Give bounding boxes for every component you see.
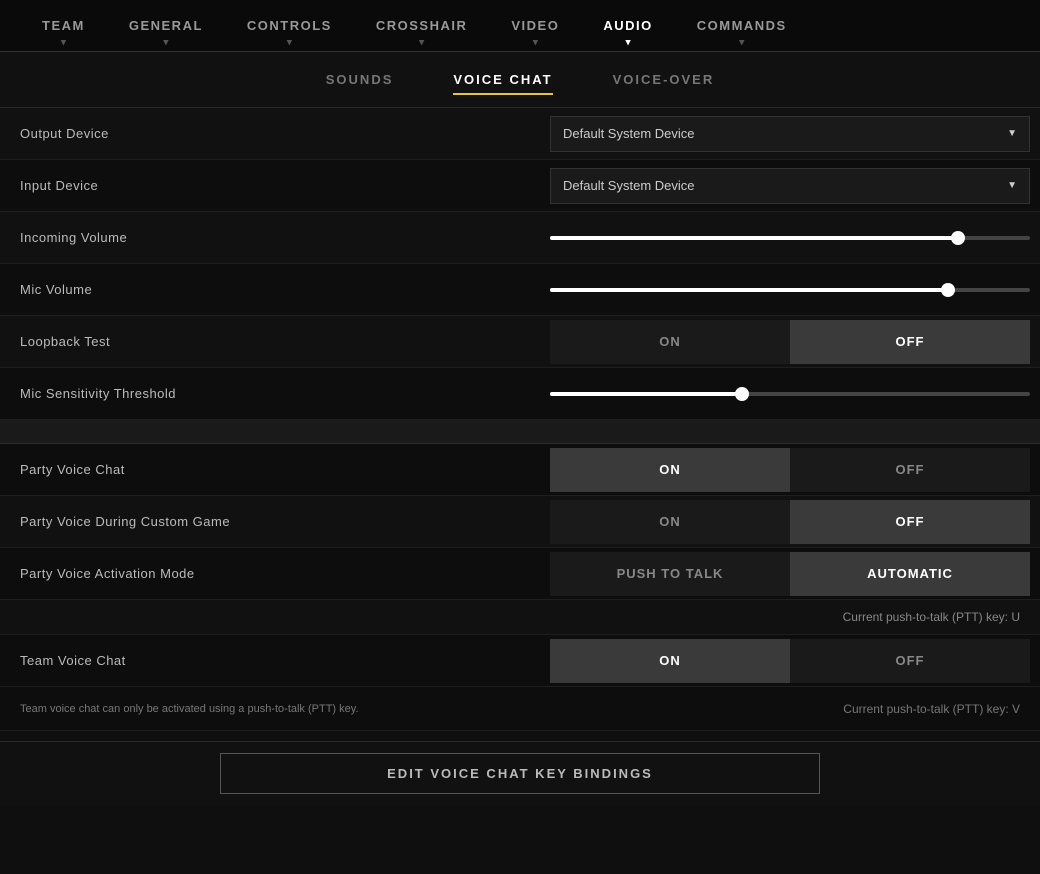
team-voice-chat-control: On Off (550, 639, 1030, 683)
party-voice-custom-game-toggle: On Off (550, 500, 1030, 544)
nav-video[interactable]: VIDEO (489, 0, 581, 52)
loopback-test-row: Loopback Test On Off (0, 316, 1040, 368)
incoming-volume-fill (550, 236, 958, 240)
team-voice-note-right: Current push-to-talk (PTT) key: V (550, 702, 1020, 716)
nav-general[interactable]: GENERAL (107, 0, 225, 52)
output-device-control: Default System Device ▼ (550, 116, 1030, 152)
mic-volume-thumb[interactable] (941, 283, 955, 297)
nav-commands[interactable]: COMMANDS (675, 0, 809, 52)
output-device-dropdown[interactable]: Default System Device ▼ (550, 116, 1030, 152)
incoming-volume-slider[interactable] (550, 228, 1030, 248)
party-voice-chat-control: On Off (550, 448, 1030, 492)
party-voice-chat-on-btn[interactable]: On (550, 448, 790, 492)
party-voice-activation-auto-btn[interactable]: Automatic (790, 552, 1030, 596)
party-voice-custom-game-off-btn[interactable]: Off (790, 500, 1030, 544)
nav-controls[interactable]: CONTROLS (225, 0, 354, 52)
loopback-off-btn[interactable]: Off (790, 320, 1030, 364)
party-voice-custom-game-label: Party Voice During Custom Game (20, 514, 550, 529)
team-voice-chat-label: Team Voice Chat (20, 653, 550, 668)
input-device-row: Input Device Default System Device ▼ (0, 160, 1040, 212)
ptt-note-party-text: Current push-to-talk (PTT) key: U (843, 610, 1020, 624)
input-device-value: Default System Device (563, 178, 695, 193)
input-device-control: Default System Device ▼ (550, 168, 1030, 204)
party-voice-activation-row: Party Voice Activation Mode Push to Talk… (0, 548, 1040, 600)
input-device-label: Input Device (20, 178, 550, 193)
party-voice-chat-label: Party Voice Chat (20, 462, 550, 477)
mic-volume-label: Mic Volume (20, 282, 550, 297)
team-voice-note-left: Team voice chat can only be activated us… (20, 703, 550, 715)
nav-team[interactable]: TEAM (20, 0, 107, 52)
team-voice-chat-off-btn[interactable]: Off (790, 639, 1030, 683)
subnav-sounds[interactable]: SOUNDS (326, 68, 394, 91)
incoming-volume-control (550, 228, 1030, 248)
party-voice-activation-control: Push to Talk Automatic (550, 552, 1030, 596)
nav-audio[interactable]: AUDIO (581, 0, 674, 52)
team-voice-chat-toggle: On Off (550, 639, 1030, 683)
mic-sensitivity-label: Mic Sensitivity Threshold (20, 386, 550, 401)
separator-1 (0, 420, 1040, 444)
nav-crosshair[interactable]: CROSSHAIR (354, 0, 490, 52)
team-voice-chat-row: Team Voice Chat On Off (0, 635, 1040, 687)
mic-sensitivity-control (550, 384, 1030, 404)
party-voice-custom-game-on-btn[interactable]: On (550, 500, 790, 544)
party-voice-custom-game-row: Party Voice During Custom Game On Off (0, 496, 1040, 548)
mic-sensitivity-slider[interactable] (550, 384, 1030, 404)
output-device-label: Output Device (20, 126, 550, 141)
subnav-voicechat[interactable]: VOICE CHAT (453, 68, 552, 91)
loopback-test-toggle: On Off (550, 320, 1030, 364)
mic-volume-control (550, 280, 1030, 300)
party-voice-activation-label: Party Voice Activation Mode (20, 566, 550, 581)
party-voice-chat-toggle: On Off (550, 448, 1030, 492)
team-voice-note-row: Team voice chat can only be activated us… (0, 687, 1040, 731)
incoming-volume-label: Incoming Volume (20, 230, 550, 245)
settings-content: Output Device Default System Device ▼ In… (0, 108, 1040, 731)
mic-sensitivity-track (550, 392, 1030, 396)
incoming-volume-track (550, 236, 1030, 240)
input-device-arrow: ▼ (1007, 180, 1017, 191)
party-voice-activation-ptt-btn[interactable]: Push to Talk (550, 552, 790, 596)
incoming-volume-row: Incoming Volume (0, 212, 1040, 264)
output-device-value: Default System Device (563, 126, 695, 141)
loopback-test-control: On Off (550, 320, 1030, 364)
party-voice-custom-game-control: On Off (550, 500, 1030, 544)
mic-volume-slider[interactable] (550, 280, 1030, 300)
mic-sensitivity-fill (550, 392, 742, 396)
mic-sensitivity-row: Mic Sensitivity Threshold (0, 368, 1040, 420)
output-device-arrow: ▼ (1007, 128, 1017, 139)
mic-volume-track (550, 288, 1030, 292)
party-voice-chat-row: Party Voice Chat On Off (0, 444, 1040, 496)
subnav-voiceover[interactable]: VOICE-OVER (613, 68, 715, 91)
team-voice-chat-on-btn[interactable]: On (550, 639, 790, 683)
mic-sensitivity-thumb[interactable] (735, 387, 749, 401)
loopback-test-label: Loopback Test (20, 334, 550, 349)
edit-btn-row: EDIT VOICE CHAT KEY BINDINGS (0, 741, 1040, 805)
party-voice-activation-toggle: Push to Talk Automatic (550, 552, 1030, 596)
loopback-on-btn[interactable]: On (550, 320, 790, 364)
mic-volume-fill (550, 288, 948, 292)
input-device-dropdown[interactable]: Default System Device ▼ (550, 168, 1030, 204)
mic-volume-row: Mic Volume (0, 264, 1040, 316)
ptt-note-party: Current push-to-talk (PTT) key: U (0, 600, 1040, 635)
output-device-row: Output Device Default System Device ▼ (0, 108, 1040, 160)
sub-nav: SOUNDS VOICE CHAT VOICE-OVER (0, 52, 1040, 108)
party-voice-chat-off-btn[interactable]: Off (790, 448, 1030, 492)
top-nav: TEAM GENERAL CONTROLS CROSSHAIR VIDEO AU… (0, 0, 1040, 52)
incoming-volume-thumb[interactable] (951, 231, 965, 245)
edit-voice-bindings-button[interactable]: EDIT VOICE CHAT KEY BINDINGS (220, 753, 820, 794)
